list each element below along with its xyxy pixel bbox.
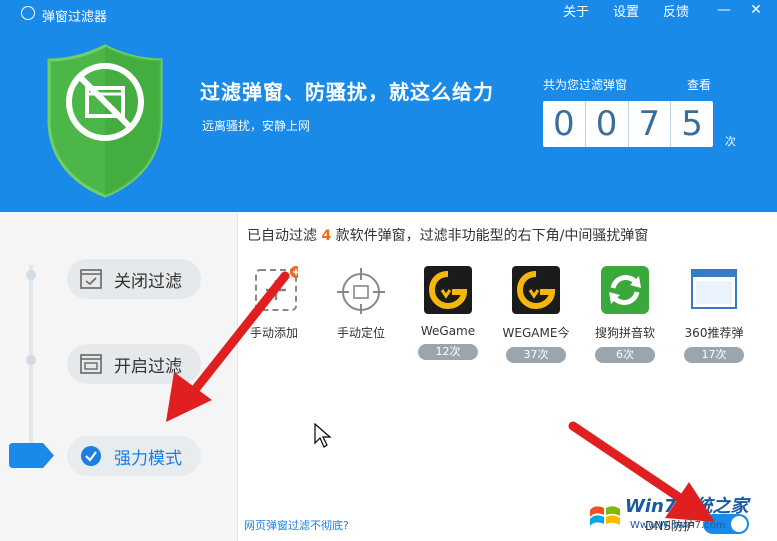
app-360-popup[interactable]: 360推荐弹 17次 [674,266,754,363]
menu-settings[interactable]: 设置 [613,1,639,20]
mode-on-label: 开启过滤 [114,356,182,377]
app-name: 手动定位 [336,326,385,340]
top-menu: 关于 设置 反馈 — ✕ [563,0,777,20]
web-popup-help-link[interactable]: 网页弹窗过滤不彻底? [244,517,349,533]
counter-unit: 次 [725,135,736,148]
app-count-badge: 17次 [684,347,744,363]
sogou-refresh-icon [601,266,649,314]
slider-handle[interactable] [9,443,54,468]
app-wegame-today[interactable]: WEGAME今 37次 [496,266,576,363]
app-wegame[interactable]: WeGame 12次 [408,266,488,360]
slider-stop[interactable] [26,355,36,365]
app-name: WeGame [420,324,476,338]
close-button[interactable]: ✕ [745,2,767,18]
app-name: 手动添加 [249,326,298,340]
counter-digit: 5 [670,101,713,147]
app-sogou-pinyin[interactable]: 搜狗拼音软 6次 [585,266,665,363]
counter-digit: 7 [627,101,671,147]
count-label: 共为您过滤弹窗 [543,78,628,92]
filter-count: 4 [321,228,332,244]
window-check-icon [80,269,102,289]
add-icon [255,266,302,311]
minimize-button[interactable]: — [713,2,735,18]
wegame-icon [424,266,472,314]
app-count-badge: 37次 [506,347,566,363]
mouse-cursor-icon [314,423,332,448]
app-count-badge: 6次 [595,347,655,363]
header-banner: 弹窗过滤器 关于 设置 反馈 — ✕ 过滤弹窗、防骚扰，就这么给力 远离骚扰，安… [0,0,777,212]
pane-divider [237,212,238,541]
menu-about[interactable]: 关于 [563,1,589,20]
check-circle-icon [81,446,101,466]
counter-digit: 0 [584,101,628,147]
menu-feedback[interactable]: 反馈 [663,1,689,20]
app-manual-add[interactable]: 手动添加 [234,266,314,341]
app-name: 360推荐弹 [684,326,744,340]
wegame-icon [512,266,560,314]
app-name: WEGAME今 [502,326,570,340]
filter-summary: 已自动过滤 4 款软件弹窗，过滤非功能型的右下角/中间骚扰弹窗 [247,225,648,245]
mode-strong-label: 强力模式 [114,448,182,469]
subline: 远离骚扰，安静上网 [202,119,311,133]
filter-suffix: 款软件弹窗，过滤非功能型的右下角/中间骚扰弹窗 [331,228,649,244]
app-name: 搜狗拼音软 [594,326,655,340]
app-manual-locate[interactable]: 手动定位 [321,266,401,341]
counter-digit: 0 [553,104,575,144]
shield-block-icon [47,44,163,198]
crosshair-icon [337,268,385,314]
window-icon [80,354,102,374]
blocked-counter: 0 0 7 5 [543,101,713,147]
mode-off-label: 关闭过滤 [114,271,182,292]
app-title: 弹窗过滤器 [42,10,108,25]
view-link[interactable]: 查看 [687,76,711,93]
mode-on-button[interactable]: 开启过滤 [67,344,201,384]
watermark-url: Www.Winwin7.com [630,520,726,531]
mode-off-button[interactable]: 关闭过滤 [67,259,201,299]
mode-strong-button[interactable]: 强力模式 [67,436,201,476]
filter-prefix: 已自动过滤 [247,228,322,244]
app-count-badge: 12次 [418,344,478,360]
app-logo-icon [21,6,35,20]
toggle-knob [731,516,747,532]
headline: 过滤弹窗、防骚扰，就这么给力 [200,80,494,104]
window-icon [691,269,737,309]
slider-stop[interactable] [26,270,36,280]
